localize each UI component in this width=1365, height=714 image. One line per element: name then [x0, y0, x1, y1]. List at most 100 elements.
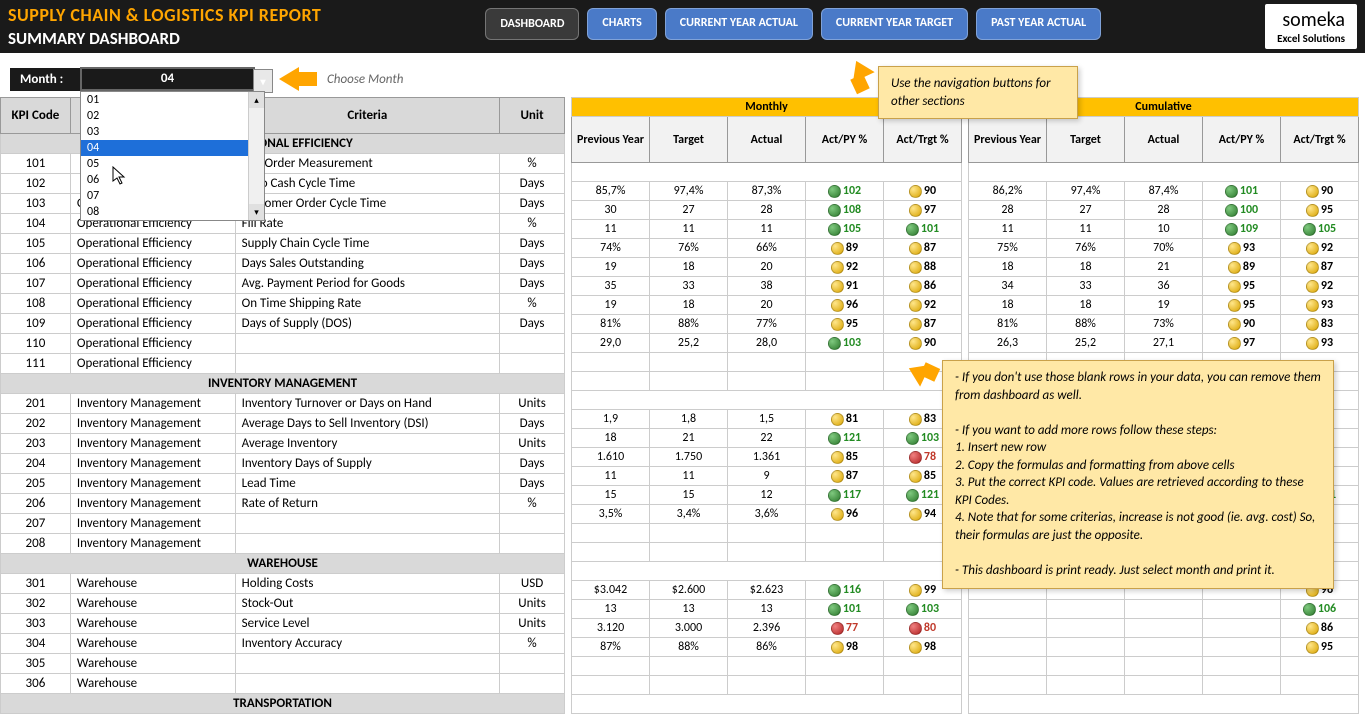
table-row[interactable]: 85,7%97,4%87,3%10290	[572, 182, 962, 201]
status-indicator-icon	[1306, 641, 1319, 654]
table-row[interactable]	[969, 657, 1359, 676]
table-row[interactable]: 75%76%70%9392	[969, 239, 1359, 258]
status-indicator-icon	[1306, 337, 1319, 350]
status-indicator-icon	[1306, 261, 1319, 274]
table-row[interactable]: 303 Warehouse Service Level Units	[1, 614, 565, 634]
table-row[interactable]	[572, 372, 962, 391]
table-row[interactable]: 1818199593	[969, 296, 1359, 315]
table-row[interactable]: 1918209692	[572, 296, 962, 315]
table-row[interactable]: 1818218987	[969, 258, 1359, 277]
status-indicator-icon	[909, 299, 922, 312]
table-row[interactable]: 205 Inventory Management Lead Time Days	[1, 474, 565, 494]
status-indicator-icon	[909, 470, 922, 483]
status-indicator-icon	[831, 470, 844, 483]
nav-dashboard[interactable]: DASHBOARD	[485, 8, 579, 40]
status-indicator-icon	[831, 280, 844, 293]
nav-cy-actual[interactable]: CURRENT YEAR ACTUAL	[665, 8, 813, 40]
dropdown-scrollbar[interactable]: ▴▾	[248, 92, 264, 220]
status-indicator-icon	[1306, 622, 1319, 635]
month-option[interactable]: 06	[81, 172, 264, 188]
table-row[interactable]: 202 Inventory Management Average Days to…	[1, 414, 565, 434]
table-row[interactable]: 81%88%77%9587	[572, 315, 962, 334]
table-row[interactable]: 3.1203.0002.3967780	[572, 619, 962, 638]
table-row[interactable]: 301 Warehouse Holding Costs USD	[1, 574, 565, 594]
table-row[interactable]: 131313101103	[572, 600, 962, 619]
table-row[interactable]: 306 Warehouse	[1, 674, 565, 694]
dropdown-toggle-icon[interactable]: ▾	[253, 69, 273, 93]
table-row[interactable]: 201 Inventory Management Inventory Turno…	[1, 394, 565, 414]
table-row[interactable]: 206 Inventory Management Rate of Return …	[1, 494, 565, 514]
table-row[interactable]: 111 Operational Efficiency	[1, 354, 565, 374]
table-row[interactable]	[572, 676, 962, 695]
table-row[interactable]: 81%88%73%9083	[969, 315, 1359, 334]
month-option[interactable]: 03	[81, 124, 264, 140]
table-row[interactable]: 95	[969, 638, 1359, 657]
table-row[interactable]: 151512117121	[572, 486, 962, 505]
table-row[interactable]: 302 Warehouse Stock-Out Units	[1, 594, 565, 614]
table-row[interactable]: 110 Operational Efficiency	[1, 334, 565, 354]
month-option[interactable]: 08	[81, 204, 264, 220]
status-indicator-icon	[831, 242, 844, 255]
table-row[interactable]: $3.042$2.600$2.62311699	[572, 581, 962, 600]
table-row[interactable]	[572, 657, 962, 676]
nav-charts[interactable]: CHARTS	[587, 8, 656, 40]
hint-arrow-icon	[279, 67, 299, 91]
month-option[interactable]: 07	[81, 188, 264, 204]
month-dropdown-list[interactable]: 01 02 03 04 05 06 07 08 ▴▾	[80, 91, 265, 221]
table-row[interactable]	[572, 524, 962, 543]
table-row[interactable]: 203 Inventory Management Average Invento…	[1, 434, 565, 454]
table-row[interactable]: 111111105101	[572, 220, 962, 239]
table-row[interactable]: 106	[969, 600, 1359, 619]
status-indicator-icon	[828, 603, 841, 616]
table-row[interactable]: 30272810897	[572, 201, 962, 220]
month-option[interactable]: 01	[81, 92, 264, 108]
table-row[interactable]: 1,91,81,58183	[572, 410, 962, 429]
table-row[interactable]: 111198785	[572, 467, 962, 486]
table-row[interactable]: 208 Inventory Management	[1, 534, 565, 554]
month-option[interactable]: 02	[81, 108, 264, 124]
table-row[interactable]: 87%88%86%9898	[572, 638, 962, 657]
table-row[interactable]: 106 Operational Efficiency Days Sales Ou…	[1, 254, 565, 274]
table-row[interactable]	[572, 353, 962, 372]
nav-cy-target[interactable]: CURRENT YEAR TARGET	[821, 8, 968, 40]
table-row[interactable]: 1.6101.7501.3618578	[572, 448, 962, 467]
status-indicator-icon	[909, 451, 922, 464]
status-indicator-icon	[1228, 242, 1241, 255]
callout-nav: Use the navigation buttons for other sec…	[878, 66, 1078, 119]
table-row[interactable]: 207 Inventory Management	[1, 514, 565, 534]
status-indicator-icon	[909, 413, 922, 426]
table-row[interactable]: 107 Operational Efficiency Avg. Payment …	[1, 274, 565, 294]
table-row[interactable]: 28272810095	[969, 201, 1359, 220]
status-indicator-icon	[909, 185, 922, 198]
status-indicator-icon	[1306, 242, 1319, 255]
table-row[interactable]: 29,025,228,010390	[572, 334, 962, 353]
status-indicator-icon	[906, 603, 919, 616]
table-row[interactable]: 305 Warehouse	[1, 654, 565, 674]
table-row[interactable]: 3433369592	[969, 277, 1359, 296]
table-row[interactable]: 74%76%66%8987	[572, 239, 962, 258]
month-option[interactable]: 05	[81, 156, 264, 172]
table-row[interactable]: 3533389186	[572, 277, 962, 296]
table-row[interactable]	[969, 676, 1359, 695]
choose-month-hint: Choose Month	[327, 72, 403, 87]
table-row[interactable]	[572, 543, 962, 562]
nav-py-actual[interactable]: PAST YEAR ACTUAL	[976, 8, 1101, 40]
table-row[interactable]: 204 Inventory Management Inventory Days …	[1, 454, 565, 474]
table-row[interactable]: 109 Operational Efficiency Days of Suppl…	[1, 314, 565, 334]
table-row[interactable]: 86,2%97,4%87,4%10190	[969, 182, 1359, 201]
month-dropdown[interactable]: 04 ▾	[80, 67, 255, 91]
month-option-selected[interactable]: 04	[81, 140, 264, 156]
status-indicator-icon	[909, 622, 922, 635]
table-row[interactable]: 105 Operational Efficiency Supply Chain …	[1, 234, 565, 254]
table-row[interactable]: 86	[969, 619, 1359, 638]
table-row[interactable]: 3,5%3,4%3,6%9694	[572, 505, 962, 524]
callout-rows: - If you don't use those blank rows in y…	[942, 360, 1334, 589]
table-row[interactable]: 1918209288	[572, 258, 962, 277]
status-indicator-icon	[909, 641, 922, 654]
table-row[interactable]: 108 Operational Efficiency On Time Shipp…	[1, 294, 565, 314]
status-indicator-icon	[1306, 299, 1319, 312]
table-row[interactable]: 111110109105	[969, 220, 1359, 239]
table-row[interactable]: 304 Warehouse Inventory Accuracy %	[1, 634, 565, 654]
table-row[interactable]: 182122121103	[572, 429, 962, 448]
table-row[interactable]: 26,325,227,19793	[969, 334, 1359, 353]
